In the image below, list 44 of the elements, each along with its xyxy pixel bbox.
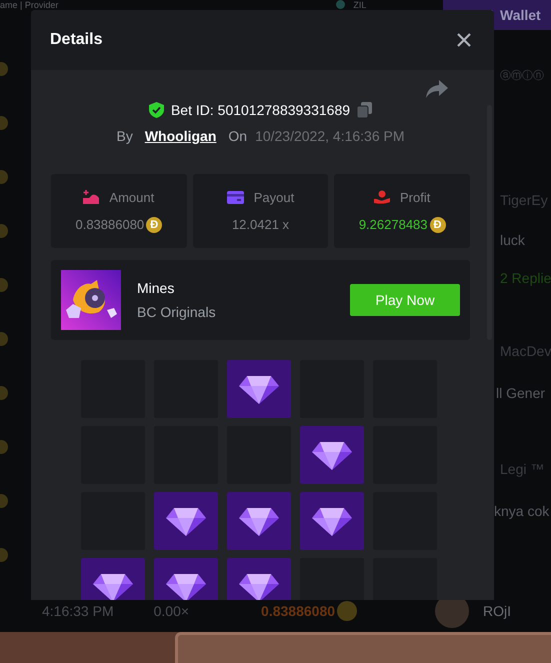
- chat-text: knya cok: [494, 503, 550, 519]
- currency-icon: [336, 0, 346, 9]
- gem-icon: [166, 572, 206, 600]
- breadcrumb-text: ame | Provider: [0, 0, 58, 10]
- user-name: ROjI: [483, 603, 512, 619]
- dialog-title: Details: [50, 31, 102, 49]
- gem-icon: [239, 374, 279, 404]
- stat-value: 12.0421 x: [232, 217, 290, 232]
- close-icon[interactable]: [457, 33, 471, 47]
- stat-label: Payout: [254, 190, 294, 205]
- stat-label: Amount: [109, 190, 154, 204]
- stat-label: Profit: [400, 190, 430, 204]
- card-icon: [226, 191, 244, 204]
- bet-time: 4:16:33 PM: [42, 603, 114, 619]
- stat-value: 9.26278483: [358, 217, 428, 232]
- bet-id: Bet ID: 50101278839331689: [170, 102, 350, 118]
- gem-icon: [312, 440, 352, 470]
- copy-icon[interactable]: [357, 102, 372, 118]
- chat-text: ⓐⓜⓘⓝ: [500, 68, 545, 82]
- game-provider: BC Originals: [137, 304, 216, 320]
- gem-icon: [93, 572, 133, 600]
- hand-person-icon: [374, 190, 390, 204]
- shield-check-icon: [148, 102, 164, 118]
- gem-icon: [166, 506, 206, 536]
- bet-amount: 0.83886080: [261, 603, 336, 619]
- coin-icon: Ð: [430, 216, 446, 232]
- chat-text: ll Gener: [496, 385, 546, 401]
- coins-hand-icon: [83, 190, 100, 204]
- gem-icon: [312, 506, 352, 536]
- share-icon[interactable]: [426, 80, 448, 98]
- chat-text: luck: [500, 232, 526, 248]
- bet-payout: 0.00×: [154, 603, 190, 619]
- gem-icon: [239, 572, 279, 600]
- stat-value: 0.83886080: [75, 217, 144, 232]
- game-name: Mines: [137, 280, 176, 296]
- on-label: On: [228, 128, 248, 144]
- by-label: By: [116, 128, 133, 144]
- user-link[interactable]: Whooligan: [144, 128, 216, 144]
- chat-text: 2 Replie: [500, 270, 551, 286]
- currency-label[interactable]: ZIL: [353, 0, 366, 10]
- bet-date: 10/23/2022, 4:16:36 PM: [255, 128, 405, 144]
- gem-icon: [239, 506, 279, 536]
- coin-icon: [337, 601, 358, 621]
- coin-icon: Ð: [146, 216, 162, 232]
